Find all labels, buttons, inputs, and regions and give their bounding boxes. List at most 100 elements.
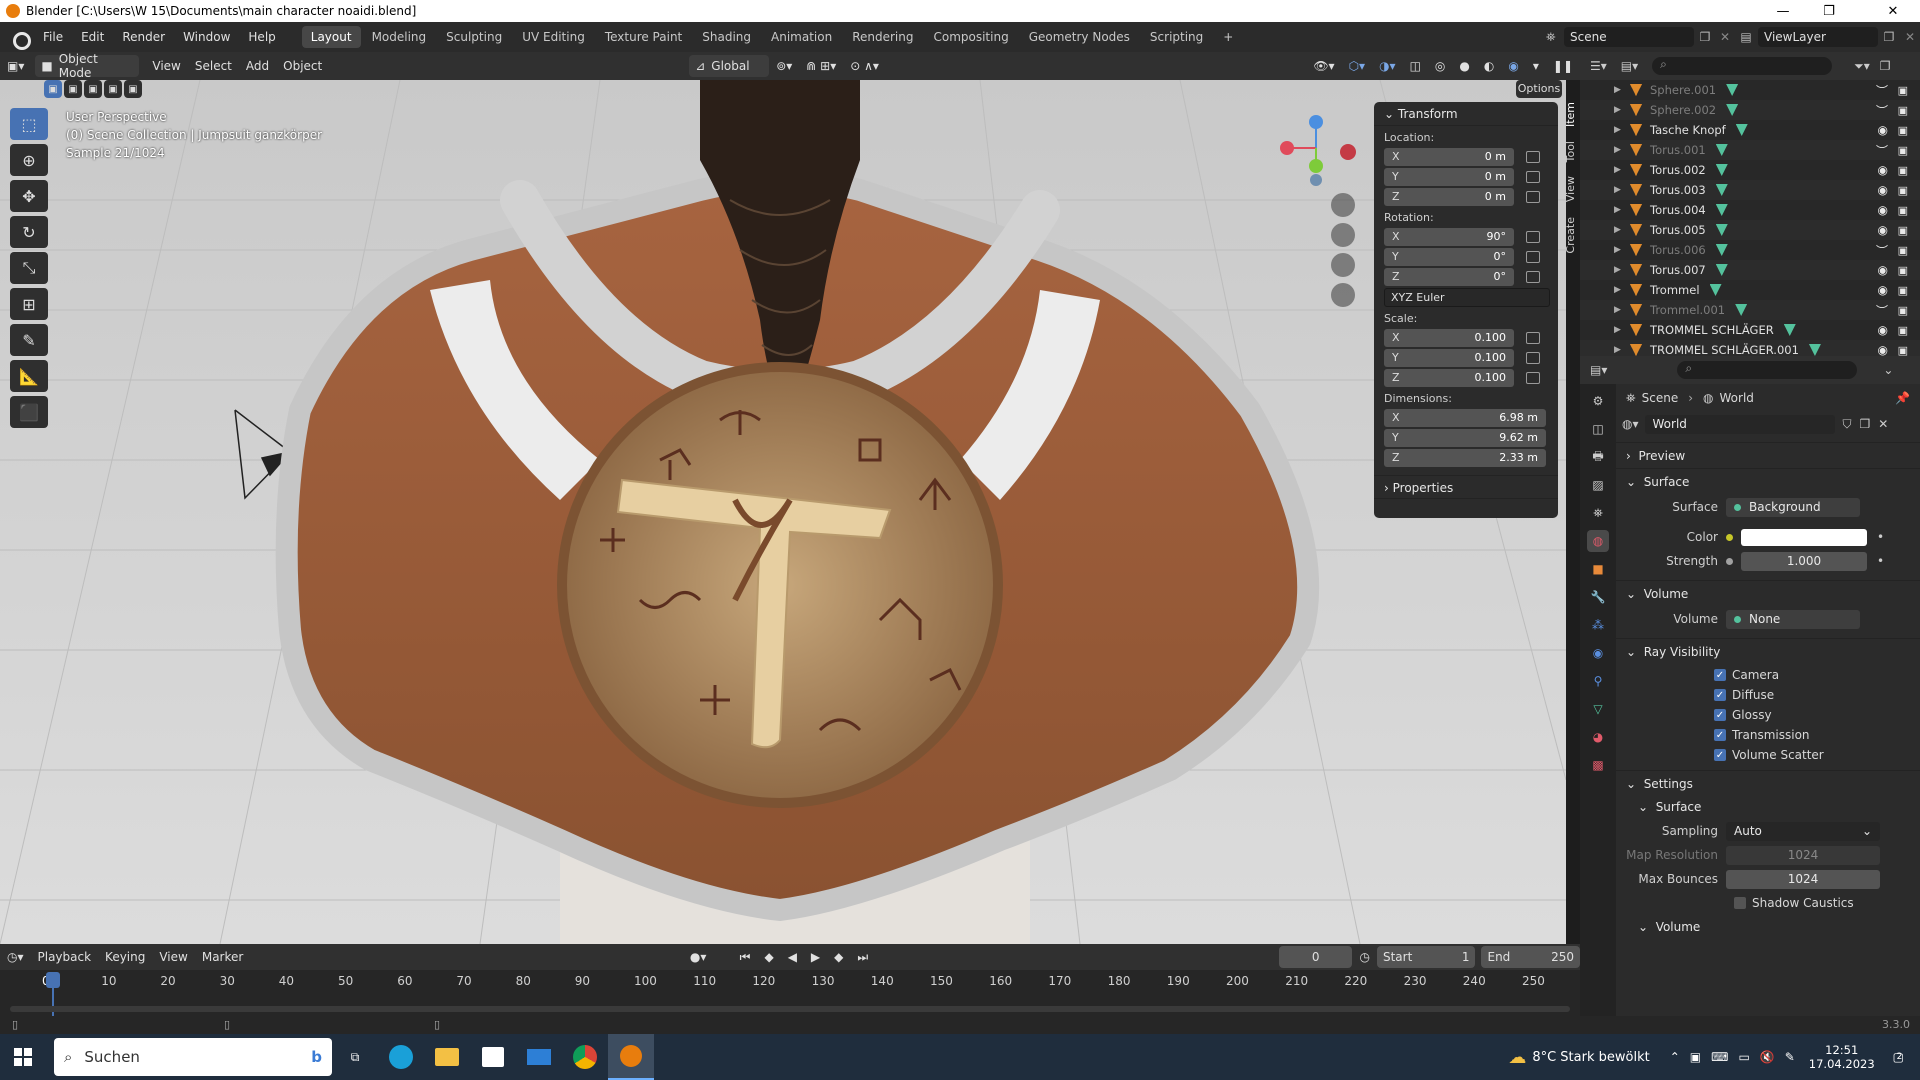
mesh-data-icon[interactable] [1715, 224, 1728, 236]
volume-muted-icon[interactable]: 🔇 [1760, 1050, 1775, 1064]
mail-icon[interactable] [516, 1034, 562, 1080]
outliner-row[interactable]: ▶ Torus.003 ◉ ▣ [1580, 180, 1920, 200]
scene-selector[interactable]: Scene [1564, 27, 1694, 47]
surface-section-header[interactable]: ⌄ Surface [1616, 468, 1920, 494]
mesh-data-icon[interactable] [1808, 344, 1821, 356]
shading-options-icon[interactable]: ▾ [1526, 56, 1546, 76]
visibility-eye-icon[interactable]: ◉ [1878, 283, 1888, 297]
expand-arrow-icon[interactable]: ▶ [1614, 165, 1624, 175]
prev-keyframe-icon[interactable]: ◆ [757, 947, 780, 967]
outliner-row[interactable]: ▶ Trommel ◉ ▣ [1580, 280, 1920, 300]
lock-icon[interactable] [1526, 170, 1540, 183]
render-camera-icon[interactable]: ▣ [1898, 244, 1908, 257]
measure-icon[interactable]: 📐 [10, 360, 48, 392]
scale-icon[interactable]: ⤡ [10, 252, 48, 284]
lock-icon[interactable] [1526, 270, 1540, 283]
maximize-button[interactable]: ❐ [1806, 0, 1852, 22]
weather-label[interactable]: 8°C Stark bewölkt [1532, 1050, 1649, 1065]
shadow-caustics-checkbox[interactable] [1734, 897, 1746, 909]
new-view-layer-icon[interactable]: ❐ [1878, 30, 1900, 44]
lock-icon[interactable] [1526, 190, 1540, 203]
material-tab-icon[interactable]: ◕ [1587, 726, 1609, 748]
mesh-data-icon[interactable] [1715, 144, 1728, 156]
dimensions-z-field[interactable]: Z 2.33 m [1384, 448, 1546, 467]
jump-end-icon[interactable]: ⏭ [850, 947, 875, 967]
expand-arrow-icon[interactable]: ▶ [1614, 305, 1624, 315]
timeline-editor-type-icon[interactable]: ◷▾ [0, 947, 31, 967]
scene-tab-icon[interactable]: ⛯ [1587, 502, 1609, 524]
tab-create[interactable]: Create [1564, 217, 1577, 254]
view-menu[interactable]: View [145, 56, 187, 76]
jump-start-icon[interactable]: ⏮ [733, 947, 758, 967]
object-tab-icon[interactable]: ■ [1587, 558, 1609, 580]
lock-icon[interactable] [1526, 371, 1540, 384]
visibility-eye-icon[interactable]: ◉ [1878, 323, 1888, 337]
display-mode-icon[interactable]: ▤▾ [1621, 59, 1638, 73]
ms-store-icon[interactable] [470, 1034, 516, 1080]
chrome-icon[interactable] [562, 1034, 608, 1080]
ortho-toggle-icon[interactable] [1331, 283, 1355, 307]
outliner-row[interactable]: ▶ Tasche Knopf ◉ ▣ [1580, 120, 1920, 140]
checkbox[interactable]: ✓ [1714, 669, 1726, 681]
sampling-select[interactable]: Auto ⌄ [1726, 821, 1880, 841]
workspace-tab-compositing[interactable]: Compositing [924, 26, 1017, 48]
outliner-row[interactable]: ▶ Trommel.001 ︶ ▣ [1580, 300, 1920, 320]
select-subtract-icon[interactable]: ▣ [84, 80, 102, 98]
max-bounces-field[interactable]: 1024 [1726, 869, 1880, 889]
transform-header[interactable]: ⌄ Transform [1374, 102, 1558, 126]
render-camera-icon[interactable]: ▣ [1898, 284, 1908, 297]
mesh-data-icon[interactable] [1715, 244, 1728, 256]
visibility-eye-icon[interactable]: ◉ [1878, 203, 1888, 217]
notification-icon[interactable]: ▢ 2 [1893, 1050, 1904, 1064]
render-camera-icon[interactable]: ▣ [1898, 224, 1908, 237]
outliner-editor-type-icon[interactable]: ☰▾ [1590, 59, 1607, 73]
location-z-field[interactable]: Z 0 m [1384, 187, 1514, 206]
next-keyframe-icon[interactable]: ◆ [827, 947, 850, 967]
particles-tab-icon[interactable]: ⁂ [1587, 614, 1609, 636]
auto-keying-icon[interactable]: ●▾ [683, 947, 714, 967]
texture-tab-icon[interactable]: ▩ [1587, 754, 1609, 776]
new-world-icon[interactable]: ❐ [1860, 417, 1871, 431]
visibility-eye-icon[interactable]: ◉ [1878, 343, 1888, 357]
windows-start-icon[interactable] [0, 1034, 46, 1080]
world-name-field[interactable]: World [1644, 414, 1835, 434]
render-tab-icon[interactable]: ◫ [1587, 418, 1609, 440]
location-x-field[interactable]: X 0 m [1384, 147, 1514, 166]
expand-arrow-icon[interactable]: ▶ [1614, 125, 1624, 135]
expand-arrow-icon[interactable]: ▶ [1614, 105, 1624, 115]
dimensions-x-field[interactable]: X 6.98 m [1384, 408, 1546, 427]
tool-tab-icon[interactable]: ⚙ [1587, 390, 1609, 412]
move-icon[interactable]: ✥ [10, 180, 48, 212]
render-camera-icon[interactable]: ▣ [1898, 184, 1908, 197]
rotation-y-field[interactable]: Y 0° [1384, 247, 1514, 266]
select-menu[interactable]: Select [188, 56, 239, 76]
visibility-eye-icon[interactable]: ◉ [1878, 183, 1888, 197]
scale-x-field[interactable]: X 0.100 [1384, 328, 1514, 347]
properties-subpanel-header[interactable]: › Properties [1374, 475, 1558, 499]
render-camera-icon[interactable]: ▣ [1898, 144, 1908, 157]
lock-icon[interactable] [1526, 250, 1540, 263]
menu-help[interactable]: Help [239, 22, 284, 52]
material-shading-icon[interactable]: ◐ [1477, 56, 1501, 76]
constraints-tab-icon[interactable]: ⚲ [1587, 670, 1609, 692]
unlink-world-icon[interactable]: ✕ [1878, 417, 1888, 431]
checkbox[interactable]: ✓ [1714, 709, 1726, 721]
view-layer-tab-icon[interactable]: ▨ [1587, 474, 1609, 496]
options-button[interactable]: Options [1516, 80, 1562, 98]
lock-icon[interactable] [1526, 230, 1540, 243]
camera-view-icon[interactable] [1331, 253, 1355, 277]
outliner-row[interactable]: ▶ Torus.007 ◉ ▣ [1580, 260, 1920, 280]
mesh-data-icon[interactable] [1735, 124, 1748, 136]
delete-scene-icon[interactable]: ✕ [1716, 30, 1734, 44]
visibility-eye-icon[interactable]: ◉ [1878, 123, 1888, 137]
visibility-eye-icon[interactable]: ︶ [1876, 242, 1888, 259]
lock-icon[interactable] [1526, 331, 1540, 344]
delete-view-layer-icon[interactable]: ✕ [1900, 30, 1920, 44]
checkbox[interactable]: ✓ [1714, 729, 1726, 741]
close-button[interactable]: ✕ [1870, 0, 1916, 22]
select-new-icon[interactable]: ▣ [44, 80, 62, 98]
editor-type-icon[interactable]: ▣▾ [0, 56, 31, 76]
current-frame-field[interactable]: 0 [1278, 946, 1353, 968]
workspace-tab-sculpting[interactable]: Sculpting [437, 26, 511, 48]
proportional-editing-icon[interactable]: ⊙ ∧▾ [843, 56, 886, 76]
